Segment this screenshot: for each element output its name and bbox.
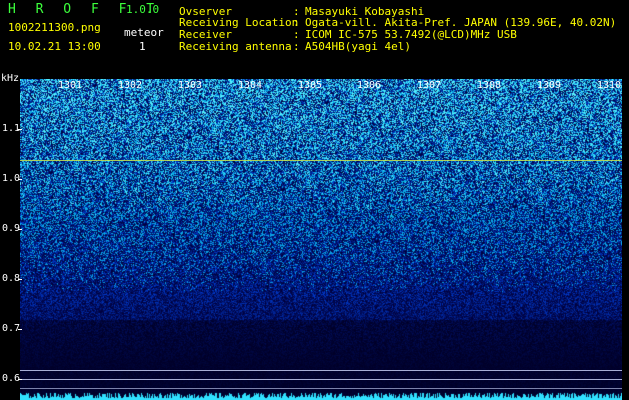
app-version: 1.0.0 bbox=[126, 3, 160, 16]
reference-line bbox=[20, 379, 622, 380]
minute-tick-label: 1301 bbox=[58, 80, 83, 91]
y-tick-mark bbox=[18, 279, 22, 280]
carrier-line bbox=[20, 160, 622, 161]
minute-tick-label: 1305 bbox=[298, 80, 323, 91]
y-tick-mark bbox=[18, 379, 22, 380]
info-sep: : bbox=[293, 16, 300, 29]
minute-tick-label: 1304 bbox=[238, 80, 263, 91]
y-tick-mark bbox=[18, 229, 22, 230]
minute-tick-label: 1306 bbox=[357, 80, 382, 91]
info-sep: : bbox=[293, 28, 300, 41]
reference-line bbox=[20, 370, 622, 371]
file-name: 1002211300.png bbox=[8, 21, 101, 34]
minute-tick-label: 1308 bbox=[477, 80, 502, 91]
y-tick-mark bbox=[18, 179, 22, 180]
y-axis-unit: kHz bbox=[1, 73, 20, 84]
minute-tick-label: 1309 bbox=[537, 80, 562, 91]
info-label-location: Receiving Location bbox=[179, 16, 299, 29]
minute-tick-label: 1302 bbox=[118, 80, 143, 91]
minute-tick-label: 1307 bbox=[417, 80, 442, 91]
info-sep: : bbox=[293, 40, 300, 53]
info-value-receiver: ICOM IC-575 53.7492(@LCD)MHz USB bbox=[305, 28, 517, 41]
info-value-location: Ogata-vill. Akita-Pref. JAPAN (139.96E, … bbox=[305, 16, 617, 29]
meteor-count-value: 1 bbox=[139, 40, 146, 53]
file-datetime: 10.02.21 13:00 bbox=[8, 40, 101, 53]
reference-line bbox=[20, 388, 622, 389]
minute-tick-label: 1310 bbox=[597, 80, 622, 91]
minute-tick-label: 1303 bbox=[178, 80, 203, 91]
info-label-antenna: Receiving antenna bbox=[179, 40, 292, 53]
y-tick-mark bbox=[18, 329, 22, 330]
info-value-antenna: A504HB(yagi 4el) bbox=[305, 40, 411, 53]
info-label-receiver: Receiver bbox=[179, 28, 232, 41]
y-tick-mark bbox=[18, 129, 22, 130]
meteor-count-label: meteor bbox=[124, 26, 164, 39]
spectrogram-canvas bbox=[20, 79, 622, 400]
